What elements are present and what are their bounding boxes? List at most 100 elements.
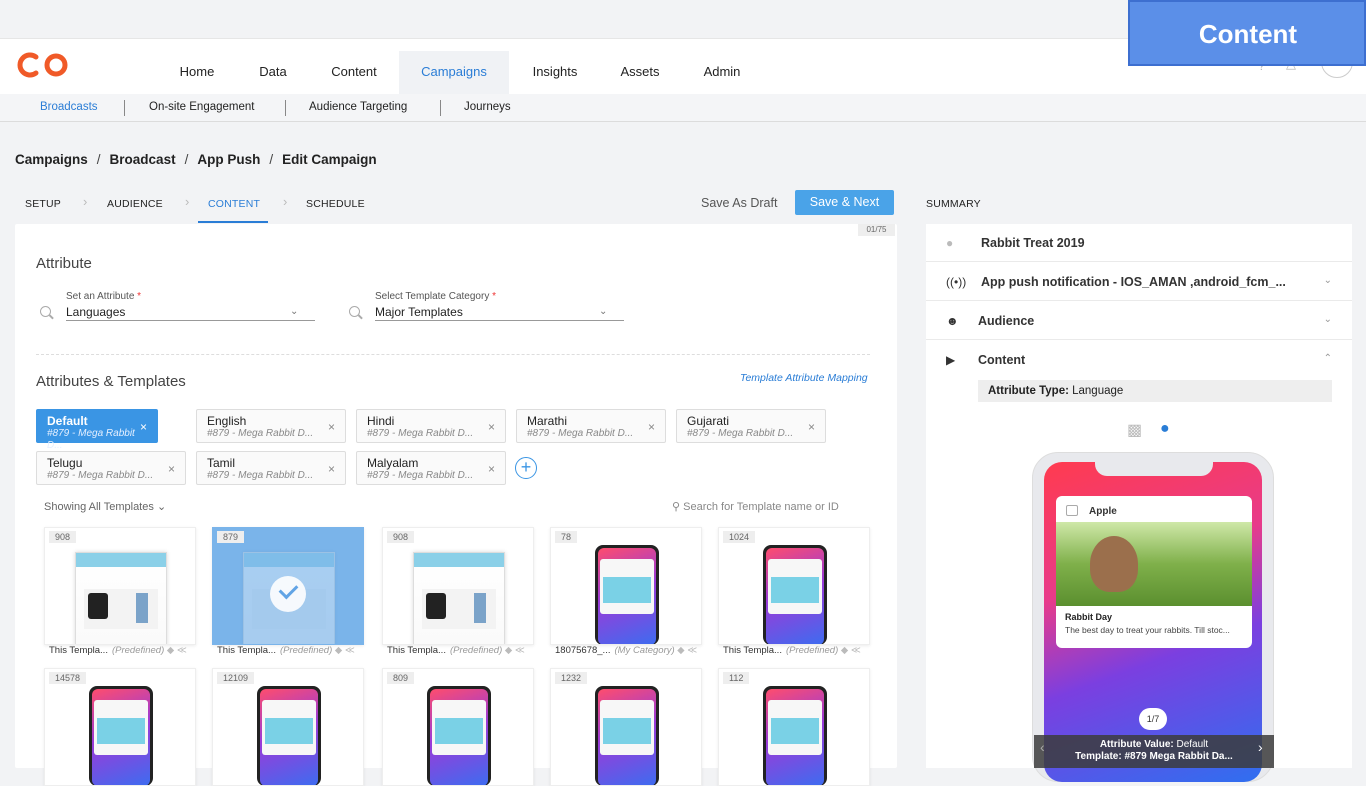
template-card[interactable]: 78 (550, 527, 702, 645)
template-actions-icon[interactable]: ◆ ≪ (332, 645, 355, 656)
close-icon[interactable]: × (808, 420, 815, 434)
summary-content-row[interactable]: ▶ Content ⌃ (926, 341, 1352, 379)
step-schedule[interactable]: SCHEDULE (306, 198, 365, 210)
nav-data[interactable]: Data (245, 51, 301, 94)
attribute-chip-malyalam[interactable]: Malyalam #879 - Mega Rabbit D... × (356, 451, 506, 485)
nav-assets[interactable]: Assets (610, 51, 670, 94)
template-category-select[interactable]: Major Templates (375, 305, 463, 319)
close-icon[interactable]: × (488, 462, 495, 476)
template-card[interactable]: 879 (212, 527, 364, 645)
attribute-chip-hindi[interactable]: Hindi #879 - Mega Rabbit D... × (356, 409, 506, 443)
template-category: (Predefined) (111, 645, 165, 656)
attribute-type-key: Attribute Type: (988, 385, 1069, 397)
play-icon: ▶ (946, 353, 956, 367)
step-setup[interactable]: SETUP (25, 198, 61, 210)
template-card[interactable]: 14578 (44, 668, 196, 786)
search-icon (40, 306, 51, 317)
chip-name: Telugu (47, 456, 83, 470)
summary-channel-row[interactable]: ((•)) App push notification - IOS_AMAN ,… (926, 263, 1352, 301)
template-caption: 18075678_... (My Category) ◆ ≪ (555, 645, 697, 656)
breadcrumb-app-push[interactable]: App Push (197, 152, 260, 167)
attribute-chip-english[interactable]: English #879 - Mega Rabbit D... × (196, 409, 346, 443)
set-attribute-select[interactable]: Languages (66, 305, 125, 319)
android-icon[interactable]: ▩ (1127, 420, 1142, 440)
subnav-broadcasts[interactable]: Broadcasts (40, 101, 98, 113)
close-icon[interactable]: × (168, 462, 175, 476)
selected-check-icon (270, 576, 306, 612)
step-audience[interactable]: AUDIENCE (107, 198, 163, 210)
attribute-chip-gujarati[interactable]: Gujarati #879 - Mega Rabbit D... × (676, 409, 826, 443)
showing-templates-dropdown[interactable]: Showing All Templates ⌄ (44, 500, 166, 513)
chevron-down-icon[interactable]: ⌄ (290, 306, 298, 317)
chip-name: Hindi (367, 414, 395, 428)
step-content[interactable]: CONTENT (208, 198, 260, 210)
template-card[interactable]: 112 (718, 668, 870, 786)
nav-campaigns[interactable]: Campaigns (399, 51, 509, 94)
nav-home[interactable]: Home (165, 51, 229, 94)
apple-icon[interactable]: ● (1160, 420, 1170, 438)
template-id: 12109 (217, 672, 255, 684)
template-card[interactable]: 1024 (718, 527, 870, 645)
attribute-type-value: Language (1072, 385, 1124, 397)
chip-template: #879 - Mega Rabbit D... (527, 428, 634, 439)
template-search-input[interactable]: ⚲ Search for Template name or ID (672, 500, 839, 513)
breadcrumb: Campaigns / Broadcast / App Push / Edit Campai… (15, 152, 377, 167)
nav-admin[interactable]: Admin (690, 51, 754, 94)
chevron-down-icon[interactable]: ⌄ (599, 306, 607, 317)
template-card[interactable]: 908 (382, 527, 534, 645)
attribute-chip-telugu[interactable]: Telugu #879 - Mega Rabbit D... × (36, 451, 186, 485)
template-card[interactable]: 908 (44, 527, 196, 645)
subnav-divider (285, 100, 286, 116)
subnav-divider (440, 100, 441, 116)
attribute-chip-marathi[interactable]: Marathi #879 - Mega Rabbit D... × (516, 409, 666, 443)
attributes-templates-heading: Attributes & Templates (36, 373, 186, 390)
close-icon[interactable]: × (328, 462, 335, 476)
subnav-audience-targeting[interactable]: Audience Targeting (309, 101, 407, 113)
template-thumbnail (413, 552, 505, 644)
content-highlight-label: Content (1128, 0, 1366, 66)
template-card[interactable]: 1232 (550, 668, 702, 786)
close-icon[interactable]: × (328, 420, 335, 434)
template-card[interactable]: 12109 (212, 668, 364, 786)
template-attribute-mapping-link[interactable]: Template Attribute Mapping (740, 372, 868, 384)
template-actions-icon[interactable]: ◆ ≪ (675, 645, 697, 656)
close-icon[interactable]: × (648, 420, 655, 434)
summary-audience-row[interactable]: ☻ Audience ⌄ (926, 302, 1352, 340)
breadcrumb-campaigns[interactable]: Campaigns (15, 152, 88, 167)
chip-template: #879 - Mega Rabbit D... (207, 470, 314, 481)
template-id: 14578 (49, 672, 87, 684)
nav-content[interactable]: Content (318, 51, 390, 94)
template-thumbnail (763, 686, 827, 785)
add-attribute-icon[interactable]: + (515, 457, 537, 479)
attribute-value-overlay: Attribute Value: Default Template: #879 … (1034, 735, 1274, 768)
channel-name: App push notification - IOS_AMAN ,androi… (981, 275, 1286, 289)
brand-logo[interactable] (14, 52, 72, 78)
save-as-draft-button[interactable]: Save As Draft (701, 196, 777, 210)
search-icon: ⚲ (672, 501, 681, 513)
subnav-onsite-engagement[interactable]: On-site Engagement (149, 101, 254, 113)
template-category: (Predefined) (449, 645, 503, 656)
chevron-down-icon[interactable]: ⌄ (1324, 314, 1332, 325)
template-card[interactable]: 809 (382, 668, 534, 786)
attribute-chip-default[interactable]: Default #879 - Mega Rabbit D... × (36, 409, 158, 451)
template-id: 78 (555, 531, 578, 543)
template-actions-icon[interactable]: ◆ ≪ (838, 645, 861, 656)
chevron-up-icon[interactable]: ⌃ (1324, 353, 1332, 364)
attribute-chip-tamil[interactable]: Tamil #879 - Mega Rabbit D... × (196, 451, 346, 485)
template-actions-icon[interactable]: ◆ ≪ (502, 645, 525, 656)
rabbit-image (1090, 536, 1138, 592)
close-icon[interactable]: × (488, 420, 495, 434)
subnav-journeys[interactable]: Journeys (464, 101, 511, 113)
audience-label: Audience (978, 314, 1035, 328)
close-icon[interactable]: × (140, 420, 147, 434)
nav-insights[interactable]: Insights (520, 51, 590, 94)
template-actions-icon[interactable]: ◆ ≪ (164, 645, 187, 656)
chip-name: English (207, 414, 247, 428)
chevron-down-icon[interactable]: ⌄ (1324, 275, 1332, 286)
previous-arrow-icon[interactable]: ‹ (1040, 739, 1045, 755)
character-counter: 01/75 (858, 224, 895, 236)
step-chevron-icon: › (185, 194, 190, 209)
next-arrow-icon[interactable]: › (1258, 739, 1263, 755)
save-and-next-button[interactable]: Save & Next (795, 190, 894, 215)
breadcrumb-broadcast[interactable]: Broadcast (110, 152, 176, 167)
